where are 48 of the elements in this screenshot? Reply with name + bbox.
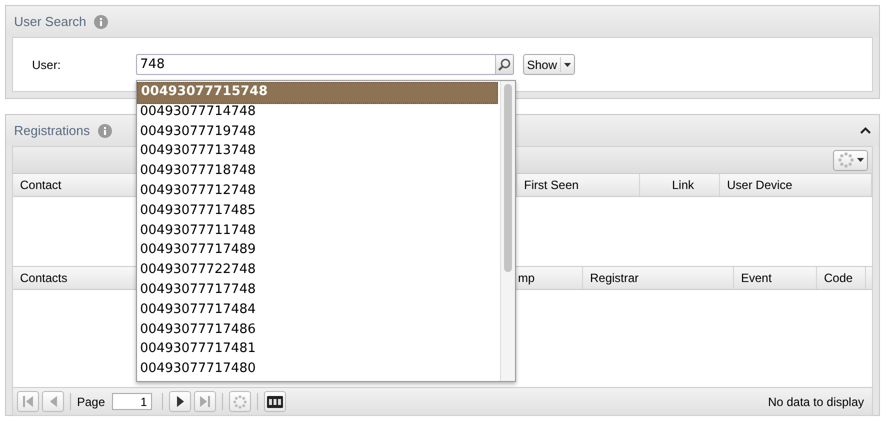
suggestion-item[interactable]: 00493077711748 xyxy=(137,222,498,242)
info-icon[interactable] xyxy=(98,124,112,138)
info-icon[interactable] xyxy=(94,14,108,28)
last-page-icon xyxy=(200,396,210,407)
suggestion-item[interactable]: 00493077717485 xyxy=(137,202,498,223)
panel-title: Registrations xyxy=(14,123,90,138)
scrollbar-thumb[interactable] xyxy=(504,84,512,272)
previous-page-button[interactable] xyxy=(42,391,64,412)
next-page-button[interactable] xyxy=(169,391,192,412)
settings-button[interactable] xyxy=(833,150,868,170)
previous-page-icon xyxy=(50,396,56,407)
suggestion-item[interactable]: 00493077717486 xyxy=(137,322,498,342)
page-label: Page xyxy=(77,394,106,408)
column-header[interactable]: User Device xyxy=(720,174,872,196)
caret-icon xyxy=(856,158,864,162)
suggestion-item[interactable]: 00493077718748 xyxy=(137,163,498,183)
suggestion-item[interactable]: 00493077717480 xyxy=(137,361,498,381)
column-header[interactable]: First Seen xyxy=(517,174,640,196)
search-icon[interactable] xyxy=(495,55,513,74)
suggestion-item[interactable]: 00493077717748 xyxy=(137,282,498,302)
user-label: User: xyxy=(31,58,62,72)
suggestion-item[interactable]: 00493077722748 xyxy=(137,262,498,282)
refresh-icon xyxy=(233,394,248,408)
first-page-button[interactable] xyxy=(17,391,39,412)
suggestion-item[interactable]: 00493077717481 xyxy=(137,341,498,362)
next-page-icon xyxy=(176,396,184,407)
suggestion-item[interactable]: 00493077714748 xyxy=(137,104,498,124)
page-field[interactable]: 1 xyxy=(112,393,152,410)
paging-status: No data to display xyxy=(768,394,864,408)
gear-icon xyxy=(838,152,854,168)
panel-title: User Search xyxy=(14,14,86,29)
suggestion-item[interactable]: 00493077712748 xyxy=(137,182,498,203)
collapse-icon[interactable] xyxy=(860,127,871,134)
refresh-button[interactable] xyxy=(229,391,252,412)
export-icon xyxy=(267,396,284,408)
column-header[interactable]: Code xyxy=(817,267,866,289)
show-button[interactable]: Show xyxy=(523,54,576,75)
suggestion-item[interactable]: 00493077719748 xyxy=(137,124,498,144)
caret-icon xyxy=(564,62,572,66)
first-page-icon xyxy=(23,396,33,407)
column-header[interactable]: Event xyxy=(734,267,817,289)
suggestion-item[interactable]: 00493077717484 xyxy=(137,302,498,322)
export-button[interactable] xyxy=(264,391,286,412)
suggestion-item[interactable]: 00493077713748 xyxy=(137,143,498,164)
suggestion-item[interactable]: 00493077715748 xyxy=(137,82,498,104)
column-header[interactable]: Link xyxy=(640,174,720,196)
suggestion-item[interactable]: 00493077717489 xyxy=(137,242,498,262)
column-header[interactable]: Registrar xyxy=(583,267,734,289)
